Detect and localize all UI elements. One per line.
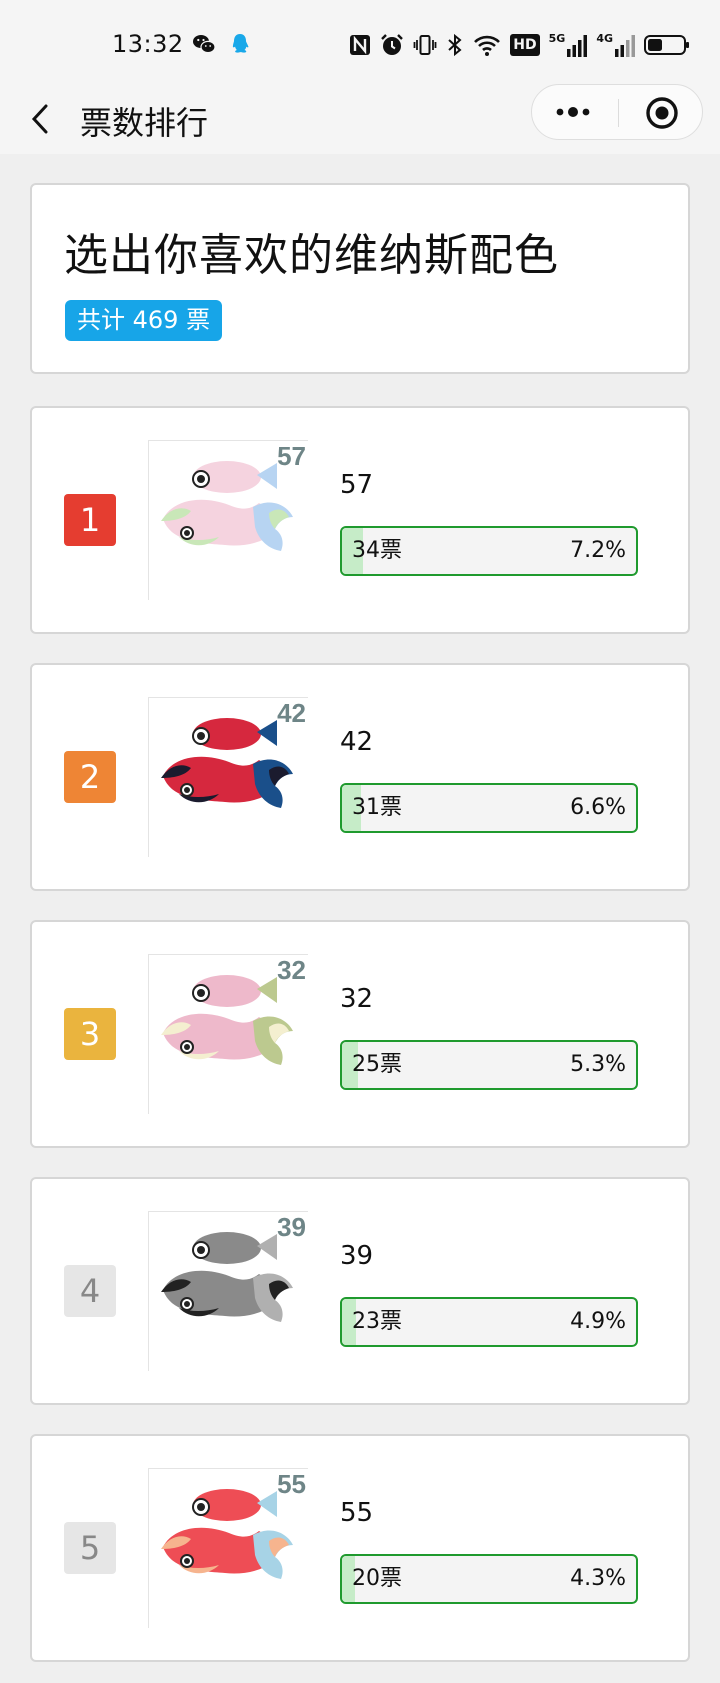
vote-progress-bar: 23票 4.9% xyxy=(340,1297,638,1347)
4g-signal-icon: 4G xyxy=(596,33,635,57)
thumbnail-number-label: 42 xyxy=(277,698,306,728)
more-dots-icon[interactable] xyxy=(554,85,594,139)
thumbnail-number-label: 32 xyxy=(277,955,306,985)
option-thumbnail[interactable]: 32 xyxy=(148,954,308,1114)
thumbnail-number-label: 57 xyxy=(277,441,306,471)
qq-icon xyxy=(232,34,249,53)
option-thumbnail[interactable]: 39 xyxy=(148,1211,308,1371)
option-name: 39 xyxy=(340,1241,374,1271)
thumbnail-number-label: 39 xyxy=(277,1212,306,1242)
navigation-bar: 票数排行 xyxy=(0,84,720,154)
rank-badge: 1 xyxy=(64,494,116,546)
rank-number: 5 xyxy=(79,1529,101,1567)
total-votes-badge: 共计 469 票 xyxy=(65,300,223,341)
option-name: 32 xyxy=(340,984,374,1014)
rank-number: 4 xyxy=(79,1272,101,1310)
ranking-card-3[interactable]: 3 32 32 25票 5.3% xyxy=(30,920,690,1148)
option-name: 42 xyxy=(340,727,374,757)
thumbnail-number-label: 55 xyxy=(277,1469,306,1499)
vote-percent: 4.9% xyxy=(570,1309,626,1334)
signal-bars-icon xyxy=(615,35,635,57)
vote-count: 20票 xyxy=(352,1566,402,1591)
option-name: 57 xyxy=(340,470,374,500)
option-name: 55 xyxy=(340,1498,374,1528)
status-indicators: HD 5G 4G xyxy=(349,30,690,60)
wechat-icon xyxy=(193,35,216,54)
alarm-icon xyxy=(381,34,404,55)
option-thumbnail[interactable]: 42 xyxy=(148,697,308,857)
5g-signal-icon: 5G xyxy=(549,33,588,57)
survey-header-card: 选出你喜欢的维纳斯配色 共计 469 票 xyxy=(30,183,690,374)
rank-badge: 2 xyxy=(64,751,116,803)
battery-icon xyxy=(644,35,689,55)
vote-count: 23票 xyxy=(352,1309,402,1334)
vibrate-icon xyxy=(413,35,437,55)
rank-number: 3 xyxy=(79,1015,101,1053)
bluetooth-icon xyxy=(448,33,462,57)
vote-progress-bar: 34票 7.2% xyxy=(340,526,638,576)
rank-badge: 4 xyxy=(64,1265,116,1317)
option-thumbnail[interactable]: 57 xyxy=(148,440,308,600)
ranking-card-4[interactable]: 4 39 39 23票 4.9% xyxy=(30,1177,690,1405)
survey-title: 选出你喜欢的维纳斯配色 xyxy=(64,230,559,281)
capsule-divider xyxy=(618,99,619,127)
ranking-card-5[interactable]: 5 55 55 20票 4.3% xyxy=(30,1434,690,1662)
vote-percent: 5.3% xyxy=(570,1052,626,1077)
rank-number: 1 xyxy=(79,501,101,539)
vote-progress-bar: 25票 5.3% xyxy=(340,1040,638,1090)
vote-percent: 7.2% xyxy=(570,538,626,563)
option-thumbnail[interactable]: 55 xyxy=(148,1468,308,1628)
vote-progress-bar: 20票 4.3% xyxy=(340,1554,638,1604)
rank-number: 2 xyxy=(79,758,101,796)
vote-percent: 4.3% xyxy=(570,1566,626,1591)
vote-progress-bar: 31票 6.6% xyxy=(340,783,638,833)
ranking-card-1[interactable]: 1 57 57 34票 7.2% xyxy=(30,406,690,634)
rank-badge: 5 xyxy=(64,1522,116,1574)
signal-bars-icon xyxy=(567,35,588,57)
status-time: 13:32 xyxy=(112,30,184,58)
target-circle-icon[interactable] xyxy=(644,95,680,131)
page-title: 票数排行 xyxy=(80,104,209,142)
wifi-icon xyxy=(474,35,501,56)
nfc-icon xyxy=(350,35,371,55)
vote-count: 25票 xyxy=(352,1052,402,1077)
vote-count: 34票 xyxy=(352,538,402,563)
ranking-card-2[interactable]: 2 42 42 31票 6.6% xyxy=(30,663,690,891)
miniprogram-capsule xyxy=(531,84,703,140)
vote-count: 31票 xyxy=(352,795,402,820)
chevron-left-icon[interactable] xyxy=(26,94,56,144)
hd-icon: HD xyxy=(510,34,540,56)
rank-badge: 3 xyxy=(64,1008,116,1060)
status-bar: 13:32 HD 5G 4G xyxy=(0,0,720,84)
vote-percent: 6.6% xyxy=(570,795,626,820)
